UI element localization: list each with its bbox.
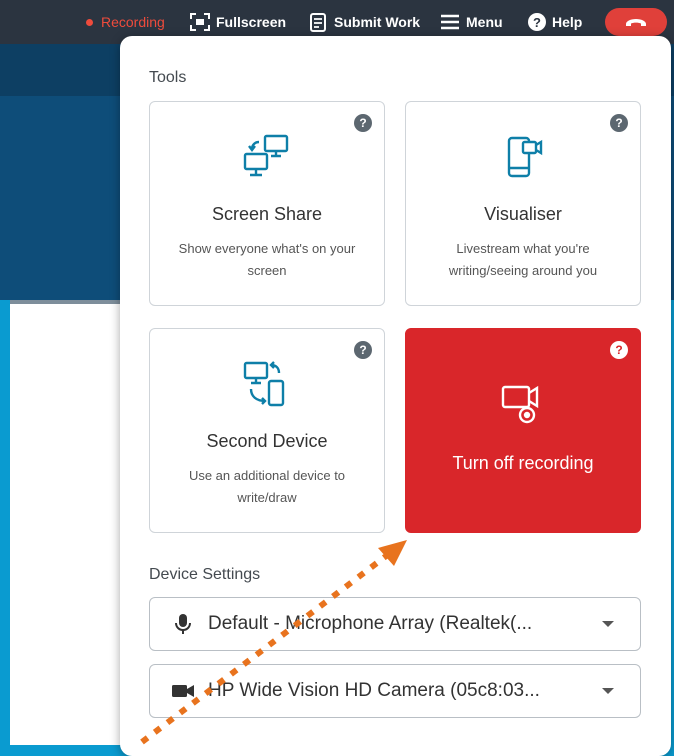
visualiser-icon bbox=[507, 136, 543, 178]
camera-value: HP Wide Vision HD Camera (05c8:03... bbox=[208, 680, 540, 701]
phone-hangup-icon bbox=[626, 19, 646, 26]
camera-select[interactable]: HP Wide Vision HD Camera (05c8:03... bbox=[149, 664, 641, 718]
second-device-tile[interactable]: ? Second Device Use an additional device… bbox=[149, 328, 385, 533]
tile-title: Screen Share bbox=[211, 204, 323, 224]
menu-button[interactable]: Menu bbox=[440, 12, 503, 32]
help-label: Help bbox=[552, 14, 583, 30]
tools-heading: Tools bbox=[149, 69, 187, 86]
help-icon: ? bbox=[528, 13, 546, 31]
video-camera-icon bbox=[172, 680, 194, 702]
tile-title: Turn off recording bbox=[452, 453, 594, 473]
menu-label: Menu bbox=[466, 14, 503, 30]
help-question-icon[interactable]: ? bbox=[610, 114, 628, 132]
help-button[interactable]: ? Help bbox=[528, 12, 582, 32]
record-video-icon bbox=[501, 385, 539, 424]
hamburger-icon bbox=[440, 12, 460, 32]
tile-description: Use an additional device to write/draw bbox=[188, 468, 346, 505]
turn-off-recording-tile[interactable]: ? Turn off recording bbox=[405, 328, 641, 533]
tile-description: Show everyone what's on your screen bbox=[178, 241, 356, 278]
tile-title: Visualiser bbox=[484, 204, 562, 224]
screen-share-icon bbox=[243, 134, 289, 177]
fullscreen-icon bbox=[190, 12, 210, 32]
help-question-icon[interactable]: ? bbox=[354, 341, 372, 359]
device-settings-heading: Device Settings bbox=[149, 566, 261, 583]
recording-indicator: Recording bbox=[86, 12, 165, 32]
recording-dot-icon bbox=[86, 18, 93, 26]
microphone-value: Default - Microphone Array (Realtek(... bbox=[208, 613, 533, 634]
chevron-down-icon bbox=[602, 688, 614, 694]
microphone-icon bbox=[172, 613, 194, 635]
fullscreen-label: Fullscreen bbox=[216, 14, 287, 30]
visualiser-tile[interactable]: ? Visualiser Livestream what you're writ… bbox=[405, 101, 641, 306]
submit-work-button[interactable]: Submit Work bbox=[308, 12, 420, 32]
hang-up-button[interactable] bbox=[605, 8, 667, 36]
recording-label: Recording bbox=[101, 14, 165, 30]
tools-panel: Tools ? Screen Share Show everyone what'… bbox=[120, 36, 671, 756]
fullscreen-button[interactable]: Fullscreen bbox=[190, 12, 286, 32]
chevron-down-icon bbox=[602, 621, 614, 627]
help-question-icon[interactable]: ? bbox=[354, 114, 372, 132]
tile-description: Livestream what you're writing/seeing ar… bbox=[448, 241, 598, 278]
second-device-icon bbox=[243, 361, 285, 407]
microphone-select[interactable]: Default - Microphone Array (Realtek(... bbox=[149, 597, 641, 651]
screen-share-tile[interactable]: ? Screen Share Show everyone what's on y… bbox=[149, 101, 385, 306]
content-area bbox=[10, 300, 125, 745]
submit-work-label: Submit Work bbox=[334, 14, 421, 30]
tile-title: Second Device bbox=[206, 431, 328, 451]
document-icon bbox=[308, 12, 328, 32]
help-question-icon[interactable]: ? bbox=[610, 341, 628, 359]
